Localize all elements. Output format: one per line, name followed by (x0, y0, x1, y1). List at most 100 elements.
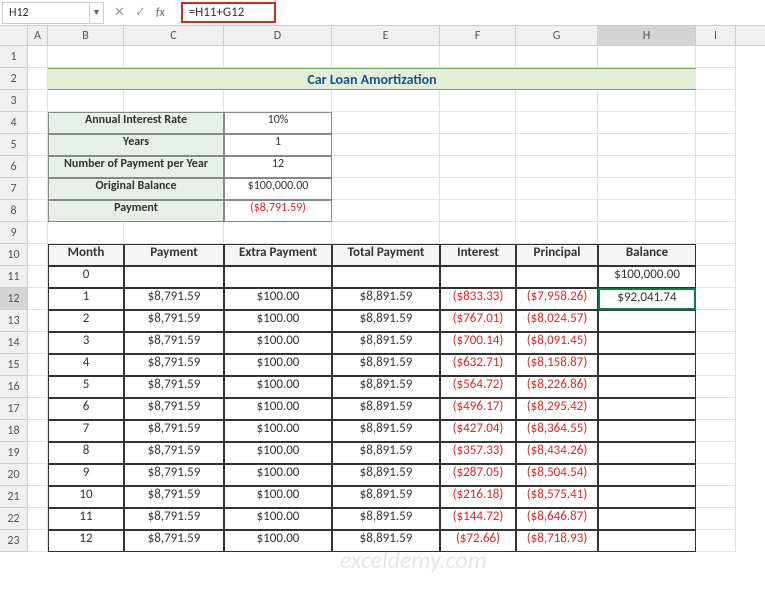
cell[interactable] (28, 156, 48, 178)
param-label[interactable]: Annual Interest Rate (48, 112, 224, 134)
cell[interactable] (696, 68, 736, 90)
td-month[interactable]: 3 (48, 332, 124, 354)
cell[interactable] (28, 464, 48, 486)
cell[interactable] (696, 178, 736, 200)
td-month[interactable]: 7 (48, 420, 124, 442)
td-interest[interactable]: ($427.04) (440, 420, 516, 442)
td-balance[interactable] (598, 398, 696, 420)
cell[interactable] (696, 46, 736, 68)
cell[interactable] (332, 112, 440, 134)
td-extra[interactable]: $100.00 (224, 376, 332, 398)
cell[interactable] (440, 222, 516, 244)
cell[interactable] (696, 486, 736, 508)
td-interest[interactable]: ($833.33) (440, 288, 516, 310)
td-extra[interactable]: $100.00 (224, 398, 332, 420)
cell[interactable] (598, 178, 696, 200)
cell[interactable] (124, 222, 224, 244)
td-extra[interactable]: $100.00 (224, 420, 332, 442)
td-payment[interactable]: $8,791.59 (124, 354, 224, 376)
cell[interactable] (332, 200, 440, 222)
row-header-9[interactable]: 9 (0, 222, 28, 244)
row-header-15[interactable]: 15 (0, 354, 28, 376)
td-balance[interactable] (598, 530, 696, 552)
cell[interactable] (28, 90, 48, 112)
cell[interactable] (440, 156, 516, 178)
cell[interactable] (440, 90, 516, 112)
name-box[interactable]: H12 (2, 2, 90, 24)
cell[interactable] (696, 332, 736, 354)
td-balance[interactable]: $100,000.00 (598, 266, 696, 288)
td-month[interactable]: 9 (48, 464, 124, 486)
col-header-D[interactable]: D (224, 26, 332, 45)
td-extra[interactable]: $100.00 (224, 310, 332, 332)
cell[interactable] (696, 266, 736, 288)
col-header-B[interactable]: B (48, 26, 124, 45)
row-header-14[interactable]: 14 (0, 332, 28, 354)
row-header-21[interactable]: 21 (0, 486, 28, 508)
row-header-3[interactable]: 3 (0, 90, 28, 112)
td-interest[interactable]: ($216.18) (440, 486, 516, 508)
cell[interactable] (516, 46, 598, 68)
param-label[interactable]: Payment (48, 200, 224, 222)
cell[interactable] (696, 134, 736, 156)
cell[interactable] (332, 90, 440, 112)
td-interest[interactable]: ($564.72) (440, 376, 516, 398)
td-month[interactable]: 4 (48, 354, 124, 376)
cell[interactable] (440, 134, 516, 156)
td-month[interactable]: 12 (48, 530, 124, 552)
row-header-12[interactable]: 12 (0, 288, 28, 310)
td-total[interactable]: $8,891.59 (332, 354, 440, 376)
td-principal[interactable]: ($8,024.57) (516, 310, 598, 332)
param-value[interactable]: $100,000.00 (224, 178, 332, 200)
td[interactable] (224, 266, 332, 288)
cell[interactable] (28, 178, 48, 200)
cell[interactable] (516, 200, 598, 222)
td-interest[interactable]: ($357.33) (440, 442, 516, 464)
cell[interactable] (28, 376, 48, 398)
cell[interactable] (598, 156, 696, 178)
td-extra[interactable]: $100.00 (224, 464, 332, 486)
cell[interactable] (516, 222, 598, 244)
td-extra[interactable]: $100.00 (224, 486, 332, 508)
param-value[interactable]: 10% (224, 112, 332, 134)
td-month[interactable]: 8 (48, 442, 124, 464)
th-month[interactable]: Month (48, 244, 124, 266)
td-total[interactable]: $8,891.59 (332, 310, 440, 332)
enter-icon[interactable]: ✓ (135, 5, 146, 20)
cell[interactable] (28, 244, 48, 266)
param-value[interactable]: 1 (224, 134, 332, 156)
cell[interactable] (696, 288, 736, 310)
td-total[interactable]: $8,891.59 (332, 442, 440, 464)
cell[interactable] (48, 46, 124, 68)
td-month[interactable]: 0 (48, 266, 124, 288)
td-principal[interactable]: ($8,718.93) (516, 530, 598, 552)
row-header-22[interactable]: 22 (0, 508, 28, 530)
td-month[interactable]: 2 (48, 310, 124, 332)
td-balance[interactable] (598, 376, 696, 398)
select-all-corner[interactable] (0, 26, 28, 45)
cell[interactable] (28, 442, 48, 464)
row-header-1[interactable]: 1 (0, 46, 28, 68)
cell[interactable] (332, 222, 440, 244)
th-principal[interactable]: Principal (516, 244, 598, 266)
td-interest[interactable]: ($72.66) (440, 530, 516, 552)
formula-input[interactable]: =H11+G12 (175, 2, 765, 24)
td-payment[interactable]: $8,791.59 (124, 332, 224, 354)
row-header-6[interactable]: 6 (0, 156, 28, 178)
cell[interactable] (598, 112, 696, 134)
cell[interactable] (28, 134, 48, 156)
row-header-20[interactable]: 20 (0, 464, 28, 486)
col-header-I[interactable]: I (696, 26, 736, 45)
td-interest[interactable]: ($632.71) (440, 354, 516, 376)
cell[interactable] (48, 222, 124, 244)
cell[interactable] (332, 156, 440, 178)
col-header-F[interactable]: F (440, 26, 516, 45)
td-payment[interactable]: $8,791.59 (124, 530, 224, 552)
td[interactable] (516, 266, 598, 288)
td-extra[interactable]: $100.00 (224, 530, 332, 552)
row-header-23[interactable]: 23 (0, 530, 28, 552)
cell[interactable] (696, 200, 736, 222)
td-payment[interactable]: $8,791.59 (124, 508, 224, 530)
td-principal[interactable]: ($7,958.26) (516, 288, 598, 310)
cell[interactable] (696, 244, 736, 266)
